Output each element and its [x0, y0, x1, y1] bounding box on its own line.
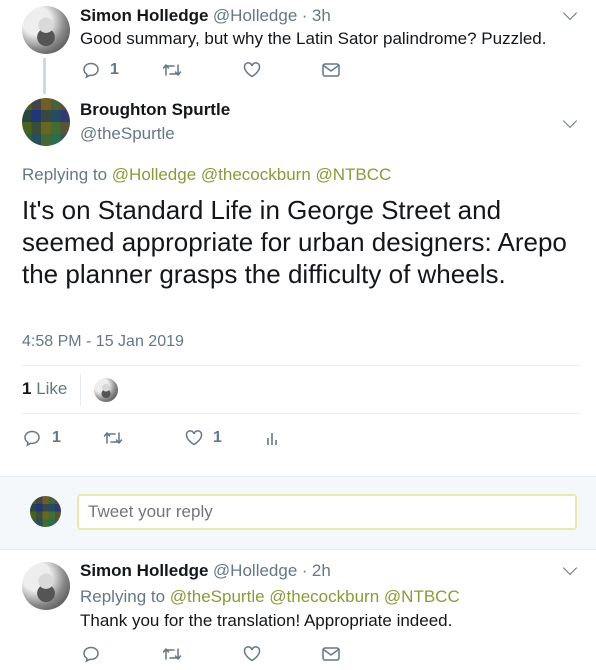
thread-line	[43, 58, 46, 94]
author-handle[interactable]: @theSpurtle	[80, 124, 175, 144]
likes-stat[interactable]: 1 Like	[22, 379, 67, 399]
dot-separator: ·	[301, 561, 308, 580]
avatar	[30, 496, 61, 527]
tweet-text: Good summary, but why the Latin Sator pa…	[80, 29, 547, 48]
divider	[22, 413, 580, 414]
author-name[interactable]: Simon Holledge	[80, 6, 208, 25]
mention-link[interactable]: @thecockburn	[269, 587, 379, 606]
avatar[interactable]	[22, 6, 70, 54]
author-name[interactable]: Broughton Spurtle	[80, 100, 230, 120]
chevron-down-icon[interactable]	[562, 5, 578, 21]
author-handle[interactable]: @Holledge	[213, 561, 297, 580]
reply-count: 1	[110, 61, 119, 78]
analytics-icon[interactable]	[266, 431, 278, 445]
heart-icon[interactable]	[185, 430, 203, 446]
divider	[22, 365, 580, 366]
reply-icon[interactable]	[82, 61, 100, 79]
replying-prefix: Replying to	[22, 165, 108, 184]
replying-to: Replying to @Holledge @thecockburn @NTBC…	[22, 165, 391, 185]
replying-to: Replying to @theSpurtle @thecockburn @NT…	[80, 587, 460, 607]
tweet-text: It's on Standard Life in George Street a…	[22, 195, 567, 289]
like-count: 1	[213, 429, 222, 446]
reply-icon[interactable]	[23, 429, 41, 447]
tweet-timestamp[interactable]: 4:58 PM - 15 Jan 2019	[22, 333, 184, 351]
retweet-icon[interactable]	[162, 646, 182, 662]
tweet-header: Simon Holledge @Holledge · 3h	[80, 6, 331, 26]
mention-link[interactable]: @theSpurtle	[170, 587, 265, 606]
mention-link[interactable]: @thecockburn	[201, 165, 311, 184]
heart-icon[interactable]	[243, 62, 261, 78]
likes-label: Like	[36, 379, 68, 398]
reply-count: 1	[52, 429, 61, 446]
tweet-time[interactable]: 3h	[312, 6, 331, 25]
retweet-icon[interactable]	[103, 430, 123, 446]
avatar[interactable]	[22, 562, 70, 610]
mention-link[interactable]: @Holledge	[112, 165, 196, 184]
mention-link[interactable]: @NTBCC	[316, 165, 392, 184]
message-icon[interactable]	[322, 647, 340, 661]
reply-input[interactable]	[77, 494, 577, 530]
author-handle[interactable]: @Holledge	[213, 6, 297, 25]
tweet-text: Thank you for the translation! Appropria…	[80, 611, 453, 630]
retweet-icon[interactable]	[162, 62, 182, 78]
author-name[interactable]: Simon Holledge	[80, 561, 208, 580]
heart-icon[interactable]	[243, 646, 261, 662]
divider	[80, 374, 81, 406]
chevron-down-icon[interactable]	[562, 560, 578, 576]
chevron-down-icon[interactable]	[562, 113, 578, 129]
dot-separator: ·	[301, 6, 308, 25]
tweet-header: Simon Holledge @Holledge · 2h	[80, 561, 331, 581]
reply-composer	[0, 476, 596, 550]
likes-count: 1	[22, 379, 32, 398]
message-icon[interactable]	[322, 63, 340, 77]
tweet-time[interactable]: 2h	[312, 561, 331, 580]
mention-link[interactable]: @NTBCC	[384, 587, 460, 606]
replying-prefix: Replying to	[80, 587, 166, 606]
liker-avatar[interactable]	[94, 378, 118, 402]
avatar[interactable]	[22, 98, 70, 146]
reply-icon[interactable]	[82, 645, 100, 663]
